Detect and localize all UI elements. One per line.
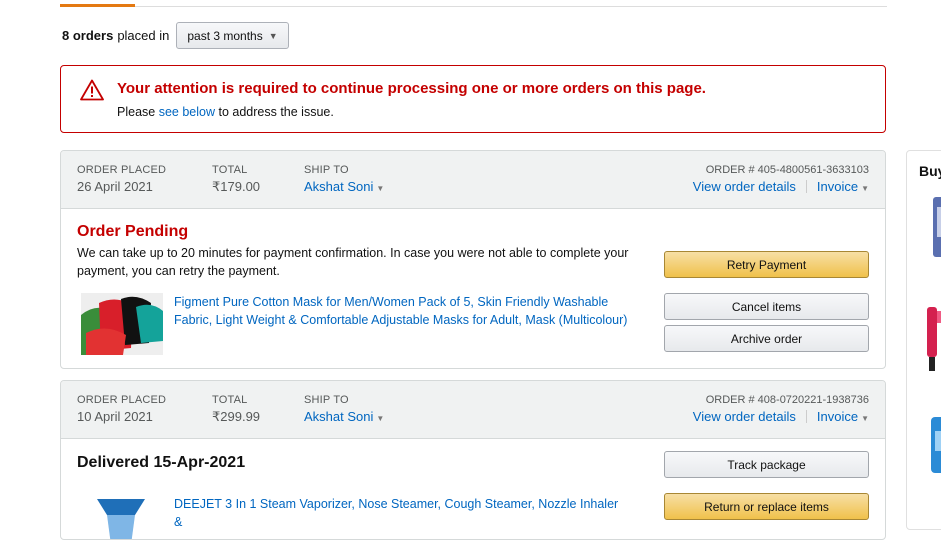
orders-summary: 8 orders placed in past 3 months ▼ bbox=[62, 22, 289, 49]
invoice-link[interactable]: Invoice ▼ bbox=[817, 179, 869, 194]
ship-to-col: SHIP TO Akshat Soni ▼ bbox=[304, 394, 384, 424]
order-status: Delivered 15-Apr-2021 bbox=[77, 454, 246, 471]
ship-to-name[interactable]: Akshat Soni ▼ bbox=[304, 409, 384, 424]
total-label: TOTAL bbox=[212, 394, 248, 406]
order-number: ORDER # 408-0720221-1938736 bbox=[705, 394, 869, 406]
invoice-label: Invoice bbox=[816, 409, 859, 424]
ship-to-label: SHIP TO bbox=[304, 164, 349, 176]
orders-count: 8 orders bbox=[62, 28, 114, 43]
ship-to-label: SHIP TO bbox=[304, 394, 349, 406]
product-thumbnail[interactable] bbox=[91, 495, 151, 540]
view-order-details-link[interactable]: View order details bbox=[693, 409, 796, 424]
active-tab-indicator bbox=[60, 4, 135, 7]
time-period-value: past 3 months bbox=[187, 28, 263, 43]
invoice-link[interactable]: Invoice ▼ bbox=[817, 409, 869, 424]
retry-payment-button[interactable]: Retry Payment bbox=[664, 251, 869, 278]
alert-title: Your attention is required to continue p… bbox=[117, 80, 706, 97]
invoice-label: Invoice bbox=[816, 179, 859, 194]
divider bbox=[805, 180, 807, 193]
order-placed-label: ORDER PLACED bbox=[77, 394, 167, 406]
product-thumbnail[interactable] bbox=[81, 293, 163, 355]
sidebar-title: Buy bbox=[919, 163, 941, 179]
order-card: ORDER PLACED 26 April 2021 TOTAL ₹179.00… bbox=[60, 150, 886, 369]
order-date: 26 April 2021 bbox=[77, 179, 153, 194]
sidebar-product-image[interactable] bbox=[919, 411, 941, 483]
sidebar-product-image[interactable] bbox=[919, 193, 941, 263]
order-placed-col: ORDER PLACED 26 April 2021 bbox=[77, 164, 166, 194]
product-title-link[interactable]: Figment Pure Cotton Mask for Men/Women P… bbox=[174, 293, 629, 329]
track-package-button[interactable]: Track package bbox=[664, 451, 869, 478]
ship-to-name[interactable]: Akshat Soni ▼ bbox=[304, 179, 384, 194]
buy-again-sidebar: Buy bbox=[906, 150, 941, 530]
view-order-details-link[interactable]: View order details bbox=[693, 179, 796, 194]
ship-to-value: Akshat Soni bbox=[304, 179, 374, 194]
order-id-col: ORDER # 405-4800561-3633103 View order d… bbox=[693, 164, 869, 194]
attention-alert: Your attention is required to continue p… bbox=[60, 65, 886, 133]
alert-msg-suffix: to address the issue. bbox=[215, 105, 334, 119]
order-status: Order Pending bbox=[77, 223, 189, 240]
order-total: ₹179.00 bbox=[212, 179, 261, 194]
order-header: ORDER PLACED 10 April 2021 TOTAL ₹299.99… bbox=[61, 381, 885, 439]
order-header: ORDER PLACED 26 April 2021 TOTAL ₹179.00… bbox=[61, 151, 885, 209]
cancel-items-button[interactable]: Cancel items bbox=[664, 293, 869, 320]
chevron-down-icon: ▼ bbox=[861, 414, 869, 423]
order-total: ₹299.99 bbox=[212, 409, 261, 424]
order-placed-col: ORDER PLACED 10 April 2021 bbox=[77, 394, 166, 424]
time-period-dropdown[interactable]: past 3 months ▼ bbox=[176, 22, 289, 49]
divider bbox=[805, 410, 807, 423]
total-col: TOTAL ₹299.99 bbox=[212, 394, 260, 425]
chevron-down-icon: ▼ bbox=[861, 184, 869, 193]
chevron-down-icon: ▼ bbox=[376, 184, 385, 193]
order-card: ORDER PLACED 10 April 2021 TOTAL ₹299.99… bbox=[60, 380, 886, 540]
tab-underline bbox=[60, 6, 887, 7]
total-label: TOTAL bbox=[212, 164, 248, 176]
alert-message: Please see below to address the issue. bbox=[117, 105, 334, 119]
sidebar-product-image[interactable] bbox=[919, 301, 941, 373]
ship-to-value: Akshat Soni bbox=[304, 409, 374, 424]
order-links: View order details Invoice ▼ bbox=[693, 409, 869, 424]
chevron-down-icon: ▼ bbox=[268, 30, 278, 41]
alert-msg-prefix: Please bbox=[117, 105, 159, 119]
order-links: View order details Invoice ▼ bbox=[693, 179, 869, 194]
order-number: ORDER # 405-4800561-3633103 bbox=[705, 164, 869, 176]
return-replace-button[interactable]: Return or replace items bbox=[664, 493, 869, 520]
warning-icon bbox=[80, 79, 104, 101]
ship-to-col: SHIP TO Akshat Soni ▼ bbox=[304, 164, 384, 194]
chevron-down-icon: ▼ bbox=[376, 414, 385, 423]
total-col: TOTAL ₹179.00 bbox=[212, 164, 260, 195]
archive-order-button[interactable]: Archive order bbox=[664, 325, 869, 352]
order-status-description: We can take up to 20 minutes for payment… bbox=[77, 246, 629, 278]
order-date: 10 April 2021 bbox=[77, 409, 153, 424]
see-below-link[interactable]: see below bbox=[159, 105, 215, 119]
product-title-link[interactable]: DEEJET 3 In 1 Steam Vaporizer, Nose Stea… bbox=[174, 495, 629, 531]
placed-in-label: placed in bbox=[117, 28, 170, 43]
order-placed-label: ORDER PLACED bbox=[77, 164, 167, 176]
order-id-col: ORDER # 408-0720221-1938736 View order d… bbox=[693, 394, 869, 424]
